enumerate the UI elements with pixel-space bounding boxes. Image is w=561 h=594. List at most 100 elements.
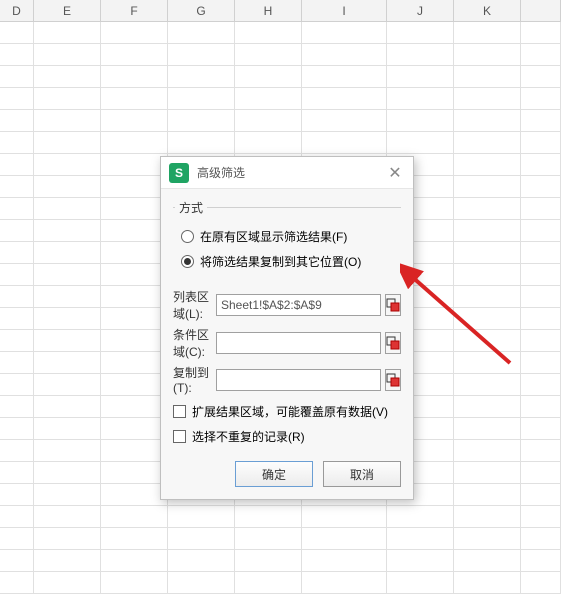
cell[interactable] <box>34 286 101 308</box>
cell[interactable] <box>101 154 168 176</box>
cell[interactable] <box>235 88 302 110</box>
cell[interactable] <box>34 110 101 132</box>
cell[interactable] <box>454 154 521 176</box>
col-header-K[interactable]: K <box>454 0 521 21</box>
cell[interactable] <box>0 418 34 440</box>
cell[interactable] <box>101 286 168 308</box>
cell[interactable] <box>387 572 454 594</box>
cell[interactable] <box>0 484 34 506</box>
cell[interactable] <box>521 220 561 242</box>
cell[interactable] <box>302 88 387 110</box>
cell[interactable] <box>387 132 454 154</box>
cell[interactable] <box>454 528 521 550</box>
cell[interactable] <box>0 528 34 550</box>
cell[interactable] <box>0 352 34 374</box>
cell[interactable] <box>0 440 34 462</box>
cell[interactable] <box>521 374 561 396</box>
cell[interactable] <box>101 132 168 154</box>
cell[interactable] <box>521 418 561 440</box>
cell[interactable] <box>454 110 521 132</box>
cell[interactable] <box>521 242 561 264</box>
cell[interactable] <box>521 66 561 88</box>
cell[interactable] <box>521 330 561 352</box>
cell[interactable] <box>454 44 521 66</box>
cell[interactable] <box>387 110 454 132</box>
cell[interactable] <box>101 462 168 484</box>
cell[interactable] <box>0 88 34 110</box>
cell[interactable] <box>101 418 168 440</box>
col-header-E[interactable]: E <box>34 0 101 21</box>
cell[interactable] <box>302 110 387 132</box>
table-row[interactable] <box>0 506 561 528</box>
cell[interactable] <box>168 572 235 594</box>
table-row[interactable] <box>0 22 561 44</box>
cell[interactable] <box>101 22 168 44</box>
range-picker-icon[interactable] <box>385 369 401 391</box>
cell[interactable] <box>101 88 168 110</box>
cell[interactable] <box>168 22 235 44</box>
cell[interactable] <box>454 330 521 352</box>
cell[interactable] <box>168 132 235 154</box>
cell[interactable] <box>235 528 302 550</box>
copyto-range-input[interactable] <box>216 369 381 391</box>
col-header-G[interactable]: G <box>168 0 235 21</box>
cell[interactable] <box>34 352 101 374</box>
cell[interactable] <box>0 572 34 594</box>
table-row[interactable] <box>0 572 561 594</box>
unique-check-row[interactable]: 选择不重复的记录(R) <box>173 424 401 449</box>
cell[interactable] <box>34 396 101 418</box>
cell[interactable] <box>521 198 561 220</box>
cell[interactable] <box>0 110 34 132</box>
table-row[interactable] <box>0 66 561 88</box>
col-header-D[interactable]: D <box>0 0 34 21</box>
table-row[interactable] <box>0 44 561 66</box>
table-row[interactable] <box>0 550 561 572</box>
cell[interactable] <box>34 242 101 264</box>
cell[interactable] <box>34 550 101 572</box>
cell[interactable] <box>302 572 387 594</box>
cell[interactable] <box>34 176 101 198</box>
cell[interactable] <box>454 198 521 220</box>
cell[interactable] <box>454 286 521 308</box>
cell[interactable] <box>454 242 521 264</box>
table-row[interactable] <box>0 88 561 110</box>
cell[interactable] <box>34 198 101 220</box>
cell[interactable] <box>521 308 561 330</box>
cell[interactable] <box>34 374 101 396</box>
cell[interactable] <box>168 88 235 110</box>
cell[interactable] <box>101 440 168 462</box>
cell[interactable] <box>101 242 168 264</box>
list-range-input[interactable] <box>216 294 381 316</box>
cell[interactable] <box>34 88 101 110</box>
cell[interactable] <box>34 418 101 440</box>
range-picker-icon[interactable] <box>385 332 401 354</box>
cell[interactable] <box>101 264 168 286</box>
cell[interactable] <box>168 550 235 572</box>
cell[interactable] <box>101 528 168 550</box>
cell[interactable] <box>521 484 561 506</box>
cell[interactable] <box>454 66 521 88</box>
cell[interactable] <box>521 110 561 132</box>
cell[interactable] <box>521 286 561 308</box>
cell[interactable] <box>521 528 561 550</box>
cell[interactable] <box>302 506 387 528</box>
col-header-H[interactable]: H <box>235 0 302 21</box>
table-row[interactable] <box>0 110 561 132</box>
cell[interactable] <box>101 572 168 594</box>
cell[interactable] <box>521 22 561 44</box>
cell[interactable] <box>34 220 101 242</box>
cell[interactable] <box>454 132 521 154</box>
cell[interactable] <box>387 66 454 88</box>
cell[interactable] <box>454 506 521 528</box>
criteria-range-input[interactable] <box>216 332 381 354</box>
cell[interactable] <box>521 440 561 462</box>
cell[interactable] <box>454 264 521 286</box>
cell[interactable] <box>387 550 454 572</box>
cell[interactable] <box>521 176 561 198</box>
cell[interactable] <box>302 550 387 572</box>
cell[interactable] <box>0 286 34 308</box>
cell[interactable] <box>168 110 235 132</box>
cell[interactable] <box>521 264 561 286</box>
cell[interactable] <box>454 396 521 418</box>
cell[interactable] <box>0 154 34 176</box>
